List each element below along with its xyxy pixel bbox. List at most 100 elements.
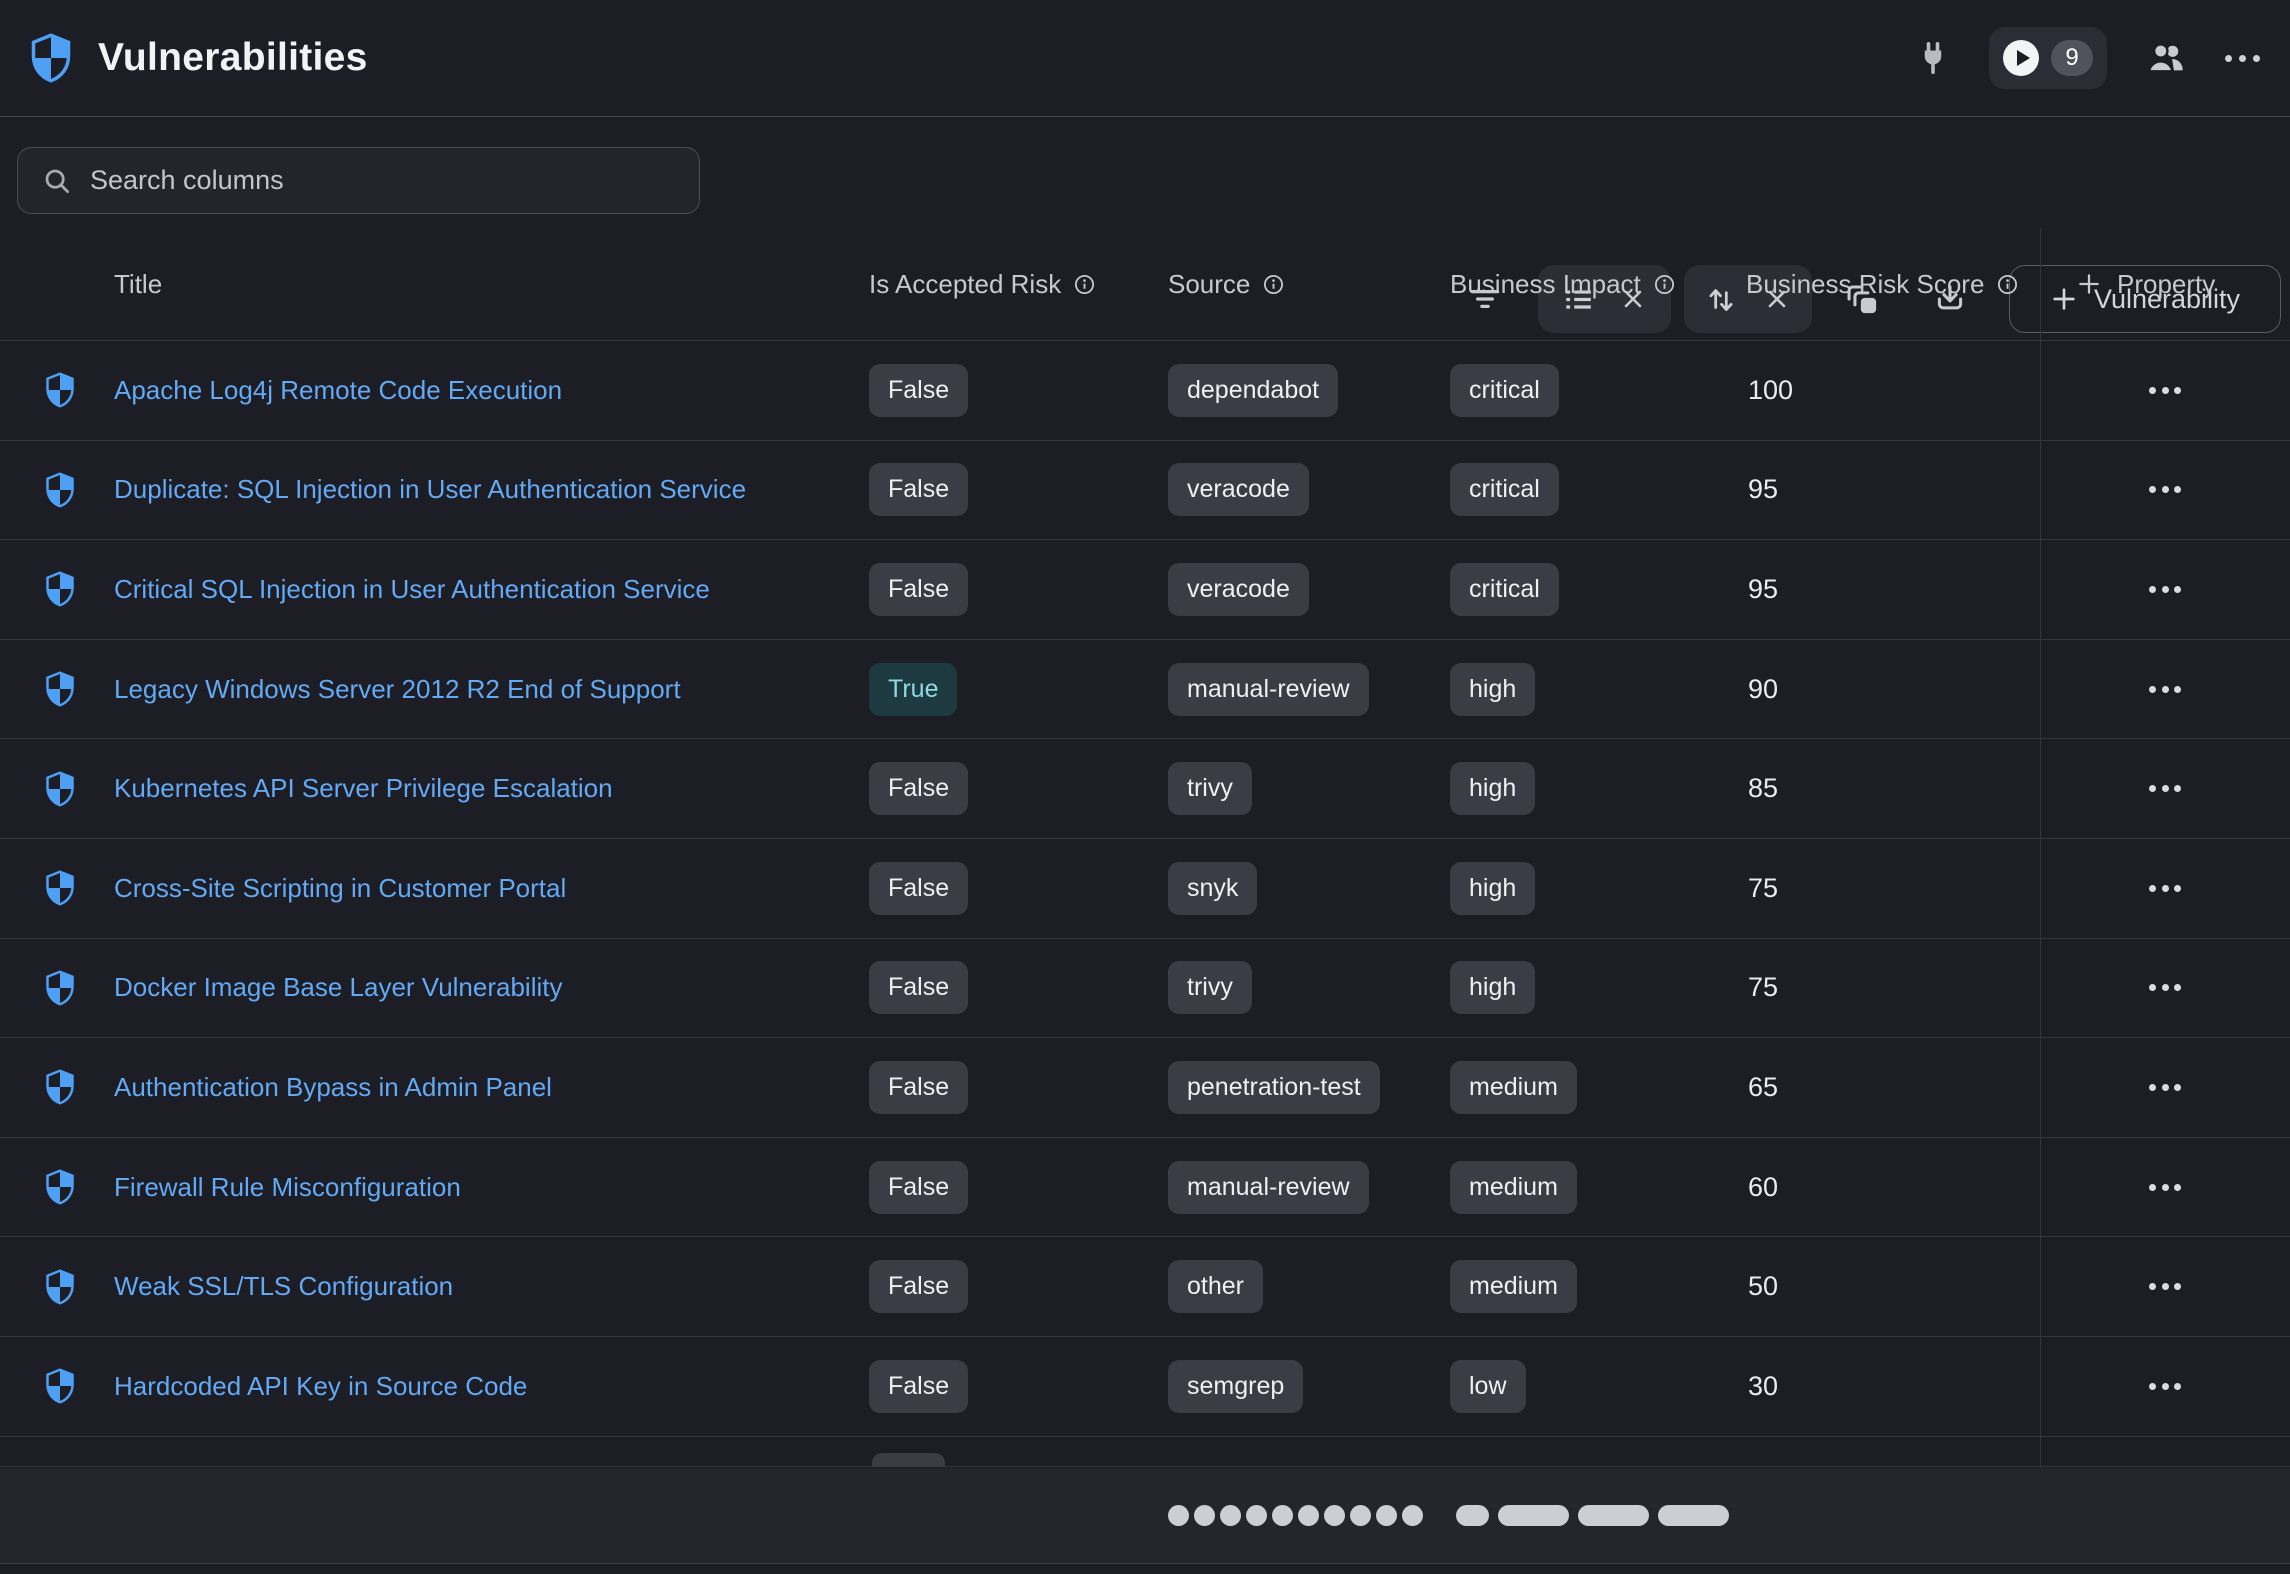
source-badge: manual-review — [1168, 663, 1369, 716]
source-badge: veracode — [1168, 563, 1309, 616]
accepted-risk-badge: False — [869, 862, 968, 915]
vulnerability-title-link[interactable]: Docker Image Base Layer Vulnerability — [114, 972, 562, 1002]
integrations-plug-button[interactable] — [1915, 40, 1951, 76]
page-title: Vulnerabilities — [98, 36, 368, 80]
table-row: Cross-Site Scripting in Customer Portal … — [0, 839, 2290, 939]
row-menu-button[interactable] — [2139, 576, 2191, 603]
row-menu-button[interactable] — [2139, 1273, 2191, 1300]
business-impact-badge: critical — [1450, 563, 1559, 616]
row-actions-cell — [2040, 576, 2290, 603]
vulnerability-title-link[interactable]: Authentication Bypass in Admin Panel — [114, 1072, 552, 1102]
info-icon[interactable] — [1263, 274, 1284, 295]
source-badge: semgrep — [1168, 1360, 1303, 1413]
table-row: Hardcoded API Key in Source Code False s… — [0, 1337, 2290, 1437]
search-box — [17, 147, 700, 214]
source-badge: dependabot — [1168, 364, 1338, 417]
row-menu-button[interactable] — [2139, 476, 2191, 503]
row-menu-button[interactable] — [2139, 875, 2191, 902]
row-source-cell: veracode — [1151, 463, 1433, 516]
row-menu-button[interactable] — [2139, 775, 2191, 802]
app-bar: Vulnerabilities 9 — [0, 0, 2290, 117]
column-header-title[interactable]: Title — [92, 269, 852, 300]
row-source-cell: other — [1151, 1260, 1433, 1313]
row-menu-button[interactable] — [2139, 1373, 2191, 1400]
search-input[interactable] — [90, 165, 675, 196]
vulnerability-shield-icon — [45, 571, 75, 607]
row-impact-cell: low — [1433, 1360, 1729, 1413]
business-risk-score-value: 30 — [1729, 1371, 2040, 1402]
row-menu-button[interactable] — [2139, 1174, 2191, 1201]
business-impact-badge: low — [1450, 1360, 1526, 1413]
ellipsis-icon — [2149, 387, 2156, 394]
row-impact-cell: high — [1433, 862, 1729, 915]
row-source-cell: manual-review — [1151, 1161, 1433, 1214]
row-icon-cell — [0, 970, 92, 1006]
source-badge: snyk — [1168, 862, 1257, 915]
row-menu-button[interactable] — [2139, 974, 2191, 1001]
column-header-accepted-risk[interactable]: Is Accepted Risk — [852, 269, 1151, 300]
ellipsis-icon — [2149, 885, 2156, 892]
row-impact-cell: high — [1433, 961, 1729, 1014]
info-icon[interactable] — [1997, 274, 2018, 295]
skeleton-pill — [1578, 1505, 1649, 1526]
column-header-source[interactable]: Source — [1151, 269, 1433, 300]
row-source-cell: semgrep — [1151, 1360, 1433, 1413]
row-title-cell: Critical SQL Injection in User Authentic… — [92, 574, 852, 605]
business-risk-score-value: 75 — [1729, 873, 2040, 904]
row-title-cell: Apache Log4j Remote Code Execution — [92, 375, 852, 406]
vulnerability-title-link[interactable]: Critical SQL Injection in User Authentic… — [114, 574, 710, 604]
row-accepted-cell: False — [852, 1260, 1151, 1313]
column-header-business-impact[interactable]: Business Impact — [1433, 269, 1729, 300]
row-menu-button[interactable] — [2139, 676, 2191, 703]
vulnerability-title-link[interactable]: Legacy Windows Server 2012 R2 End of Sup… — [114, 674, 681, 704]
row-impact-cell: medium — [1433, 1161, 1729, 1214]
table-row: Duplicate: SQL Injection in User Authent… — [0, 441, 2290, 541]
ellipsis-icon — [2149, 486, 2156, 493]
business-impact-badge: high — [1450, 762, 1535, 815]
accepted-risk-badge: False — [869, 563, 968, 616]
vulnerability-title-link[interactable]: Duplicate: SQL Injection in User Authent… — [114, 474, 746, 504]
row-impact-cell: medium — [1433, 1061, 1729, 1114]
accepted-risk-badge: False — [869, 364, 968, 417]
pinned-column-divider — [2040, 228, 2041, 1564]
row-menu-button[interactable] — [2139, 377, 2191, 404]
row-menu-button[interactable] — [2139, 1074, 2191, 1101]
ellipsis-icon — [2149, 586, 2156, 593]
info-icon[interactable] — [1654, 274, 1675, 295]
table-row: Legacy Windows Server 2012 R2 End of Sup… — [0, 640, 2290, 740]
vulnerability-title-link[interactable]: Weak SSL/TLS Configuration — [114, 1271, 453, 1301]
row-title-cell: Cross-Site Scripting in Customer Portal — [92, 873, 852, 904]
add-property-button[interactable]: Property — [2040, 269, 2290, 300]
business-risk-score-value: 95 — [1729, 474, 2040, 505]
column-header-business-risk-score[interactable]: Business Risk Score — [1729, 269, 2040, 300]
source-badge: trivy — [1168, 961, 1252, 1014]
run-automation-button[interactable]: 9 — [1989, 27, 2107, 89]
row-source-cell: manual-review — [1151, 663, 1433, 716]
vulnerability-title-link[interactable]: Firewall Rule Misconfiguration — [114, 1172, 461, 1202]
business-impact-badge: high — [1450, 862, 1535, 915]
share-users-button[interactable] — [2145, 37, 2187, 79]
vulnerability-title-link[interactable]: Kubernetes API Server Privilege Escalati… — [114, 773, 613, 803]
business-risk-score-value: 85 — [1729, 773, 2040, 804]
ellipsis-icon — [2149, 785, 2156, 792]
row-title-cell: Authentication Bypass in Admin Panel — [92, 1072, 852, 1103]
row-accepted-cell: False — [852, 563, 1151, 616]
partial-row — [0, 1437, 2290, 1467]
skeleton-dot — [1298, 1505, 1319, 1526]
ellipsis-icon — [2149, 1084, 2156, 1091]
table-footer — [0, 1468, 2290, 1564]
vulnerability-title-link[interactable]: Apache Log4j Remote Code Execution — [114, 375, 562, 405]
vulnerability-title-link[interactable]: Cross-Site Scripting in Customer Portal — [114, 873, 566, 903]
row-accepted-cell: True — [852, 663, 1151, 716]
info-icon[interactable] — [1074, 274, 1095, 295]
plus-icon — [2076, 271, 2102, 297]
ellipsis-icon — [2149, 1383, 2156, 1390]
row-accepted-cell: False — [852, 762, 1151, 815]
row-icon-cell — [0, 671, 92, 707]
row-actions-cell — [2040, 1074, 2290, 1101]
table-header: Title Is Accepted Risk Source Business I… — [0, 228, 2290, 341]
vulnerability-title-link[interactable]: Hardcoded API Key in Source Code — [114, 1371, 527, 1401]
row-actions-cell — [2040, 676, 2290, 703]
row-icon-cell — [0, 571, 92, 607]
more-options-button[interactable] — [2225, 55, 2260, 62]
